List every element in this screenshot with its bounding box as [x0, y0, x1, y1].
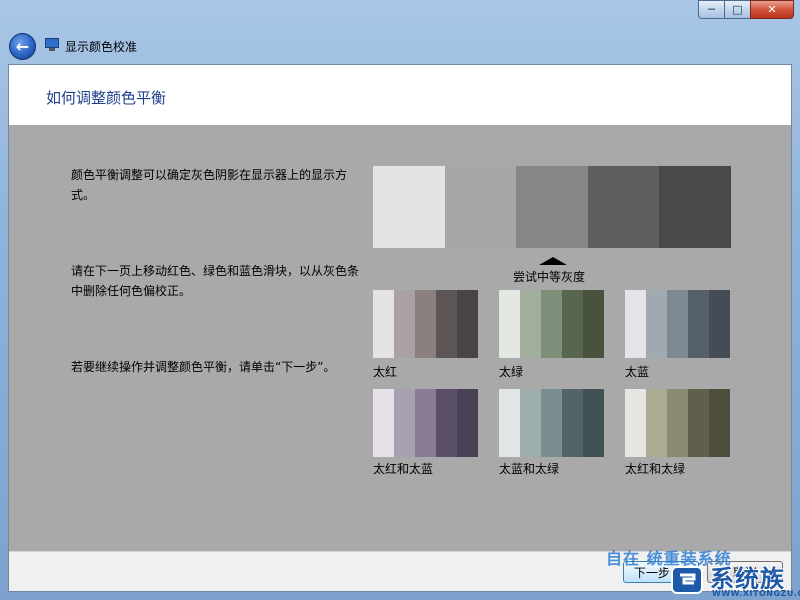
back-arrow-icon: ←: [15, 37, 30, 56]
sample-swatch-4: [562, 389, 583, 457]
sample-label-too-red: 太红: [373, 365, 398, 379]
up-triangle-icon: [539, 257, 567, 265]
gray-swatch-1: [373, 166, 445, 248]
sample-swatch-3: [415, 290, 436, 358]
close-button[interactable]: ✕: [750, 0, 794, 19]
button-bar: 下一步(N) 取消: [9, 551, 791, 591]
sample-too-blue: [625, 290, 730, 358]
instruction-text: 请在下一页上移动红色、绿色和蓝色滑块，以从灰色条中删除任何色偏校正。: [71, 264, 360, 298]
sample-swatch-1: [625, 290, 646, 358]
wizard-content: 如何调整颜色平衡 颜色平衡调整可以确定灰色阴影在显示器上的显示方式。 请在下一页…: [8, 64, 792, 592]
sample-swatch-2: [520, 389, 541, 457]
sample-swatch-5: [583, 290, 604, 358]
header-panel: 如何调整颜色平衡: [9, 65, 791, 125]
gray-swatch-3: [516, 166, 588, 248]
sample-too-red-green: [625, 389, 730, 457]
navigation-bar: ← 显示颜色校准: [0, 30, 800, 64]
sample-label-too-green: 太绿: [499, 365, 524, 379]
sample-swatch-1: [373, 389, 394, 457]
window-frame: ─ □ ✕ ← 显示颜色校准 如何调整颜色平衡 颜色平衡调整可以确定灰色阴影在显…: [0, 0, 800, 600]
gray-swatch-2: [444, 166, 517, 248]
sample-too-red: [373, 290, 478, 358]
maximize-button[interactable]: □: [724, 0, 750, 19]
sample-swatch-3: [667, 290, 688, 358]
sample-swatch-3: [415, 389, 436, 457]
intro-text: 颜色平衡调整可以确定灰色阴影在显示器上的显示方式。: [71, 168, 348, 202]
sample-too-red-blue: [373, 389, 478, 457]
sample-swatch-5: [709, 290, 730, 358]
window-controls: ─ □ ✕: [698, 0, 794, 19]
cancel-button[interactable]: 取消: [707, 561, 783, 583]
next-button[interactable]: 下一步(N): [623, 561, 699, 583]
gray-strip: [373, 166, 731, 248]
gray-swatch-5: [659, 166, 731, 248]
sample-swatch-5: [583, 389, 604, 457]
continue-text: 若要继续操作并调整颜色平衡，请单击“下一步”。: [71, 360, 336, 374]
midgray-label: 尝试中等灰度: [513, 270, 586, 284]
sample-swatch-4: [688, 389, 709, 457]
sample-swatch-4: [688, 290, 709, 358]
title-bar[interactable]: ─ □ ✕: [0, 0, 800, 30]
sample-swatch-2: [394, 290, 415, 358]
back-button[interactable]: ←: [9, 33, 36, 60]
sample-swatch-4: [562, 290, 583, 358]
sample-swatch-2: [646, 389, 667, 457]
sample-swatch-5: [457, 389, 478, 457]
sample-swatch-5: [709, 389, 730, 457]
display-monitor-icon: [44, 38, 60, 52]
sample-too-blue-green: [499, 389, 604, 457]
sample-swatch-1: [625, 389, 646, 457]
sample-swatch-5: [457, 290, 478, 358]
sample-swatch-3: [667, 389, 688, 457]
sample-too-green: [499, 290, 604, 358]
minimize-button[interactable]: ─: [698, 0, 724, 19]
gray-swatch-4: [587, 166, 660, 248]
sample-swatch-1: [499, 389, 520, 457]
sample-swatch-4: [436, 290, 457, 358]
sample-label-too-red-green: 太红和太绿: [625, 462, 686, 476]
window-title: 显示颜色校准: [65, 40, 138, 54]
sample-swatch-2: [646, 290, 667, 358]
sample-swatch-4: [436, 389, 457, 457]
sample-swatch-3: [541, 389, 562, 457]
sample-label-too-blue-green: 太蓝和太绿: [499, 462, 560, 476]
sample-label-too-blue: 太蓝: [625, 365, 650, 379]
sample-swatch-2: [394, 389, 415, 457]
sample-swatch-1: [499, 290, 520, 358]
sample-swatch-1: [373, 290, 394, 358]
page-title: 如何调整颜色平衡: [46, 89, 167, 107]
sample-label-too-red-blue: 太红和太蓝: [373, 462, 434, 476]
sample-swatch-3: [541, 290, 562, 358]
sample-swatch-2: [520, 290, 541, 358]
